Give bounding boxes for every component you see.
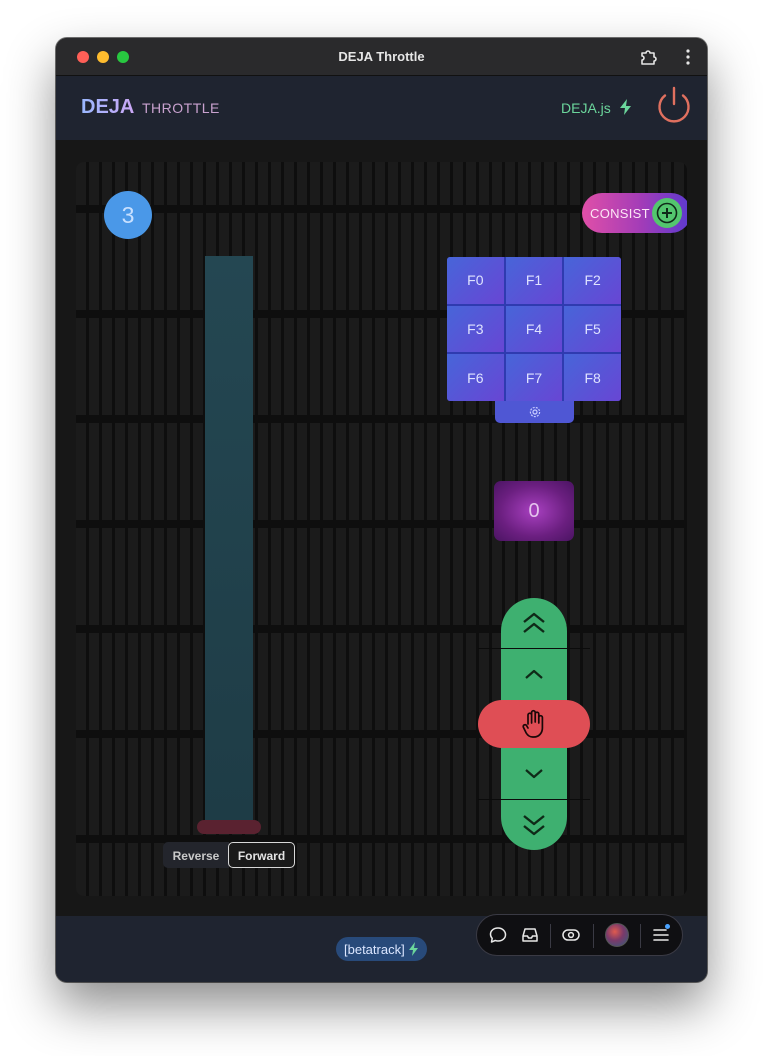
app-footer: [betatrack] — [56, 914, 707, 982]
function-button-f5[interactable]: F5 — [564, 305, 621, 353]
chevron-up-icon — [525, 669, 543, 679]
function-button-f6[interactable]: F6 — [447, 354, 504, 401]
throttle-slider-handle[interactable] — [197, 820, 261, 834]
add-consist-button[interactable] — [652, 198, 682, 228]
bolt-icon — [409, 942, 418, 956]
app-window: DEJA Throttle DEJA THROTTLE DEJA.js 3 CO… — [56, 38, 707, 982]
throttle-slider-track[interactable] — [205, 256, 253, 826]
consist-button[interactable]: CONSIST — [582, 193, 687, 233]
double-chevron-down-icon — [523, 815, 545, 836]
gear-icon — [529, 406, 541, 418]
avatar[interactable] — [605, 923, 629, 947]
notification-dot — [665, 924, 670, 929]
app-header: DEJA THROTTLE DEJA.js — [56, 76, 707, 140]
panel-divider — [76, 415, 687, 423]
layout-badge-label: [betatrack] — [344, 942, 405, 957]
speed-up-button[interactable] — [501, 649, 567, 699]
function-button-f8[interactable]: F8 — [564, 354, 621, 401]
function-buttons-grid: F0 F1 F2 F3 F4 F5 F6 F7 F8 — [447, 257, 621, 401]
toolbar-separator — [640, 924, 641, 948]
connection-status-label: DEJA.js — [561, 100, 611, 116]
panel-divider — [76, 520, 687, 528]
speed-down-button[interactable] — [501, 749, 567, 799]
layout-badge[interactable]: [betatrack] — [336, 937, 427, 961]
forward-button[interactable]: Forward — [228, 842, 295, 868]
reverse-button[interactable]: Reverse — [163, 842, 229, 868]
function-button-f3[interactable]: F3 — [447, 305, 504, 353]
power-button[interactable] — [654, 86, 694, 126]
speed-up-fast-button[interactable] — [501, 598, 567, 648]
window-title: DEJA Throttle — [338, 49, 425, 64]
consist-label: CONSIST — [590, 206, 650, 221]
stop-button[interactable] — [478, 700, 590, 748]
panel-divider — [76, 625, 687, 633]
inbox-icon[interactable] — [520, 925, 540, 945]
function-settings-button[interactable] — [495, 401, 574, 423]
function-button-f0[interactable]: F0 — [447, 257, 504, 304]
puzzle-piece-icon[interactable] — [639, 48, 657, 66]
chevron-down-icon — [525, 769, 543, 779]
brand-logo[interactable]: DEJA — [81, 96, 134, 119]
function-button-f4[interactable]: F4 — [505, 305, 563, 353]
function-button-f2[interactable]: F2 — [564, 257, 621, 304]
double-chevron-up-icon — [523, 612, 545, 633]
plus-icon — [656, 202, 678, 224]
toolbar-separator — [550, 924, 551, 948]
throttle-area: 3 CONSIST Reverse Forward F0 F1 F2 F3 F4… — [56, 140, 707, 916]
brand-subtitle: THROTTLE — [142, 100, 220, 116]
speed-down-fast-button[interactable] — [501, 800, 567, 850]
toolbar-separator — [593, 924, 594, 948]
chat-icon[interactable] — [488, 925, 508, 945]
kebab-menu-icon[interactable] — [682, 48, 694, 66]
loco-number-badge[interactable]: 3 — [104, 191, 152, 239]
speed-display: 0 — [494, 481, 574, 541]
hand-icon — [522, 709, 544, 738]
panel-divider — [76, 730, 687, 738]
bolt-icon — [620, 99, 631, 115]
quick-toolbar — [476, 914, 683, 956]
throttle-panel: 3 CONSIST Reverse Forward F0 F1 F2 F3 F4… — [76, 162, 687, 896]
eye-icon[interactable] — [561, 925, 581, 945]
function-button-f7[interactable]: F7 — [505, 354, 563, 401]
function-button-f1[interactable]: F1 — [505, 257, 563, 304]
title-bar: DEJA Throttle — [56, 38, 707, 76]
